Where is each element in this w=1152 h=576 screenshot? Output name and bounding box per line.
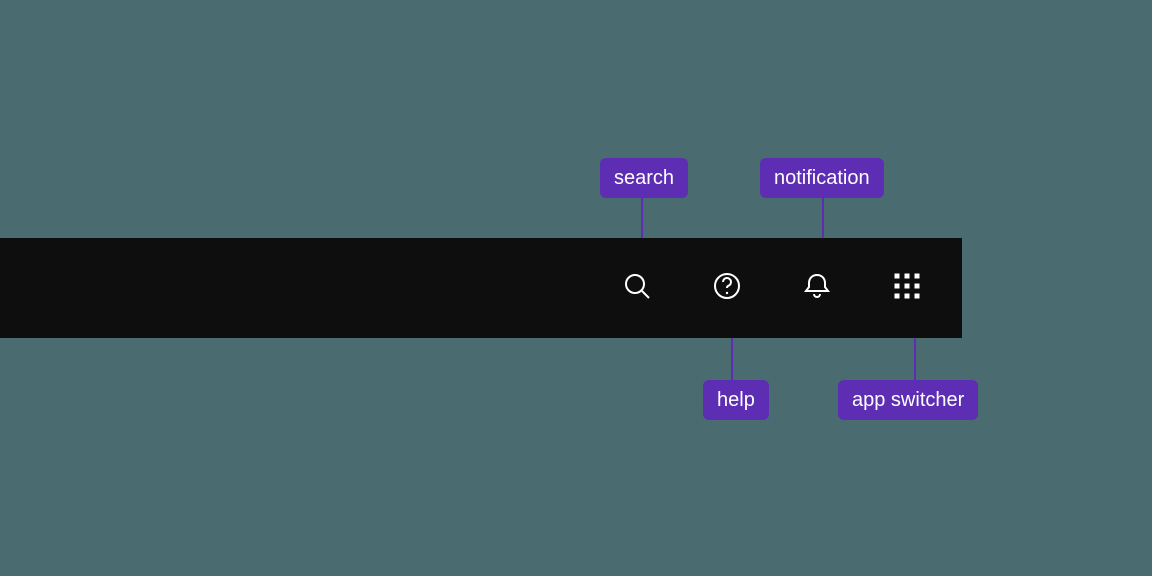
- app-switcher-button[interactable]: [862, 238, 952, 338]
- diagram-stage: search notification help app switcher: [0, 0, 1152, 576]
- notification-icon: [801, 270, 833, 307]
- label-notification: notification: [760, 158, 884, 198]
- app-switcher-icon: [893, 272, 921, 305]
- label-help: help: [703, 380, 769, 420]
- label-app-switcher: app switcher: [838, 380, 978, 420]
- header-utility-toolbar: [0, 238, 962, 338]
- notification-button[interactable]: [772, 238, 862, 338]
- search-icon: [621, 270, 653, 307]
- label-search: search: [600, 158, 688, 198]
- help-button[interactable]: [682, 238, 772, 338]
- search-button[interactable]: [592, 238, 682, 338]
- help-icon: [711, 270, 743, 307]
